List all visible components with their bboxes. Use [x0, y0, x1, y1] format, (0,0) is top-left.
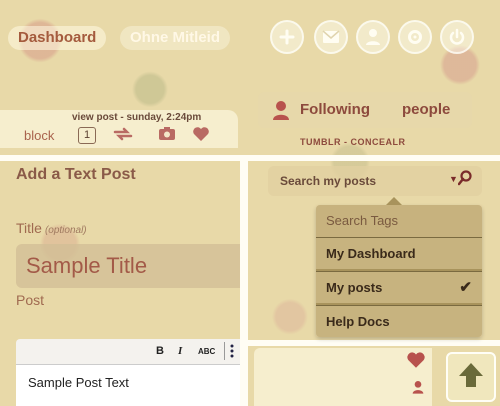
person-icon [272, 100, 290, 124]
bold-button[interactable]: B [156, 345, 164, 357]
toolbar-separator [224, 342, 225, 360]
following-label: Following [300, 101, 370, 118]
following-panel[interactable]: Following people [258, 92, 472, 128]
post-label: Post [16, 292, 45, 308]
menu-item-search-tags[interactable]: Search Tags [316, 205, 482, 237]
menu-item-my-posts[interactable]: My posts ✔ [316, 271, 482, 303]
italic-button[interactable]: I [178, 345, 182, 357]
editor-toolbar: B I ABC [16, 339, 240, 365]
arrow-up-icon [456, 360, 486, 395]
chevron-down-icon[interactable]: ▼ [449, 174, 458, 184]
camera-icon[interactable] [158, 126, 176, 146]
reblog-icon[interactable] [112, 126, 134, 147]
post-body-editor[interactable]: Sample Post Text [16, 365, 240, 406]
gear-icon[interactable] [398, 20, 432, 54]
list-icon[interactable] [230, 343, 240, 362]
view-post-link[interactable]: view post - sunday, 2:24pm [72, 112, 201, 123]
menu-item-help-docs[interactable]: Help Docs [316, 305, 482, 337]
mail-icon[interactable] [314, 20, 348, 54]
section-divider [0, 155, 500, 161]
search-input[interactable]: Search my posts [280, 174, 376, 188]
add-text-post-heading: Add a Text Post [16, 166, 136, 183]
heart-icon[interactable] [406, 351, 426, 374]
column-divider [240, 155, 248, 406]
dashboard-link[interactable]: Dashboard [8, 26, 107, 50]
blog-link[interactable]: Ohne Mitleid [120, 26, 230, 50]
heart-icon[interactable] [192, 126, 210, 147]
person-icon[interactable] [412, 380, 424, 397]
search-icon[interactable] [457, 170, 472, 190]
search-dropdown-menu: Search Tags My Dashboard My posts ✔ Help… [316, 197, 482, 337]
search-field[interactable]: Search my posts ▼ [268, 166, 482, 196]
power-icon[interactable] [440, 20, 474, 54]
block-link[interactable]: block [24, 128, 54, 143]
plus-icon[interactable] [270, 20, 304, 54]
user-icon[interactable] [356, 20, 390, 54]
notes-count-badge[interactable]: 1 [78, 127, 96, 144]
post-status-panel: block view post - sunday, 2:24pm 1 [0, 110, 238, 148]
scroll-to-top-button[interactable] [446, 352, 496, 402]
people-label: people [402, 101, 451, 118]
title-input[interactable]: Sample Title [16, 244, 240, 288]
optional-label: (optional) [44, 225, 87, 236]
post-card [254, 348, 432, 406]
strike-button[interactable]: ABC [198, 347, 215, 356]
section-divider [248, 340, 500, 346]
menu-item-my-dashboard[interactable]: My Dashboard [316, 237, 482, 269]
check-icon: ✔ [459, 279, 472, 296]
title-label: Title (optional) [16, 220, 87, 236]
theme-credit[interactable]: TUMBLR - CONCEALR [300, 137, 406, 147]
top-navigation: Dashboard Ohne Mitleid [0, 0, 500, 80]
